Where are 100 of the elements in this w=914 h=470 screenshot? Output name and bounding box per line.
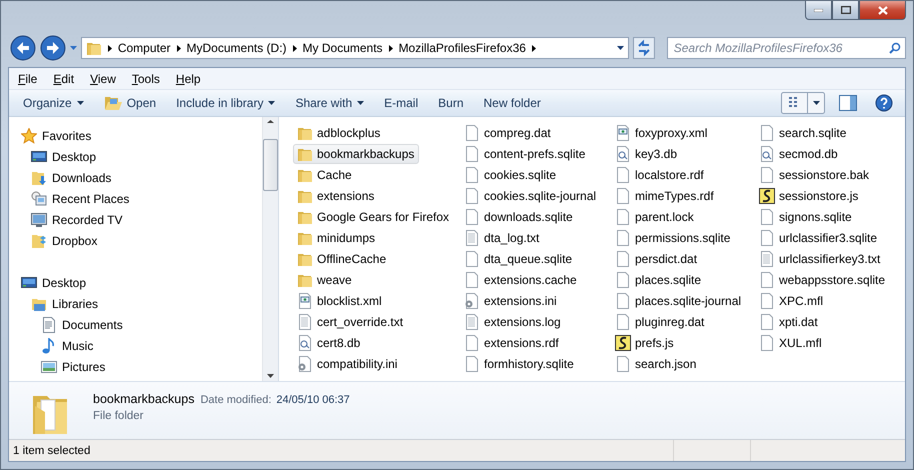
document-entry[interactable]: cookies.sqlite-journal (460, 186, 602, 206)
document-entry[interactable]: sessionstore.bak (755, 165, 874, 185)
document-entry[interactable]: mimeTypes.rdf (611, 186, 719, 206)
document-entry[interactable]: cert_override.txt (293, 312, 408, 332)
view-options-button[interactable] (781, 92, 825, 114)
menu-item[interactable]: View (83, 72, 123, 86)
folder-entry[interactable]: Cache (293, 165, 357, 185)
document-entry[interactable]: localstore.rdf (611, 165, 709, 185)
toolbar-button[interactable]: New folder (478, 92, 555, 114)
toolbar-button[interactable]: Organize (17, 92, 98, 114)
menu-item[interactable]: Tools (124, 72, 167, 86)
document-entry[interactable]: formhistory.sqlite (460, 354, 579, 374)
toolbar-button[interactable]: E-mail (378, 92, 432, 114)
sidebar-item[interactable]: Downloads (52, 170, 112, 184)
folder-entry[interactable]: Google Gears for Firefox (293, 207, 454, 227)
document-entry[interactable]: XPC.mfl (755, 291, 828, 311)
back-button[interactable] (10, 35, 36, 61)
document-entry[interactable]: search.json (611, 354, 702, 374)
toolbar-button[interactable]: Burn (432, 92, 478, 114)
preview-pane-button[interactable] (839, 95, 857, 111)
document-entry[interactable]: blocklist.xml (293, 291, 387, 311)
document-entry[interactable]: extensions.cache (460, 270, 582, 290)
document-entry[interactable]: persdict.dat (611, 249, 702, 269)
document-entry[interactable]: key3.db (611, 144, 682, 164)
document-entry[interactable]: content-prefs.sqlite (460, 144, 590, 164)
document-entry[interactable]: urlclassifierkey3.txt (755, 249, 886, 269)
file-icon (464, 125, 480, 141)
document-entry[interactable]: parent.lock (611, 207, 699, 227)
document-entry[interactable]: sessionstore.js (755, 186, 864, 206)
menu-item[interactable]: Help (168, 72, 208, 86)
file-icon (464, 335, 480, 351)
document-entry[interactable]: xpti.dat (755, 312, 823, 332)
document-entry[interactable]: extensions.log (460, 312, 566, 332)
menu-item[interactable]: Edit (46, 72, 82, 86)
sidebar-item[interactable]: Documents (62, 318, 123, 332)
document-entry[interactable]: cert8.db (293, 333, 366, 353)
toolbar-button[interactable]: Include in library (170, 92, 290, 114)
document-entry[interactable]: permissions.sqlite (611, 228, 736, 248)
sidebar-item[interactable]: Pictures (62, 360, 106, 374)
document-entry[interactable]: secmod.db (755, 144, 843, 164)
file-icon (759, 272, 775, 288)
folder-entry[interactable]: weave (293, 270, 357, 290)
document-entry[interactable]: dta_queue.sqlite (460, 249, 578, 269)
sidebar-item[interactable]: Desktop (42, 276, 86, 290)
sidebar-item[interactable]: Favorites (42, 128, 92, 142)
desktop-icon (31, 148, 47, 164)
document-entry[interactable]: dta_log.txt (460, 228, 544, 248)
forward-button[interactable] (40, 35, 66, 61)
file-icon (759, 209, 775, 225)
minimize-button[interactable] (805, 1, 832, 20)
sidebar-item[interactable]: Music (62, 338, 94, 352)
document-entry[interactable]: pluginreg.dat (611, 312, 710, 332)
document-entry[interactable]: foxyproxy.xml (611, 123, 712, 143)
breadcrumb[interactable]: My Documents (302, 41, 383, 55)
toolbar-button[interactable]: Open (98, 92, 170, 114)
help-button[interactable] (875, 94, 893, 112)
recent-places-icon (31, 190, 47, 206)
file-icon (615, 272, 631, 288)
document-entry[interactable]: XUL.mfl (755, 333, 827, 353)
date-label: Date modified: (200, 394, 272, 406)
document-entry[interactable]: compreg.dat (460, 123, 556, 143)
folder-entry[interactable]: minidumps (293, 228, 380, 248)
sidebar-item[interactable]: Libraries (52, 296, 98, 310)
document-entry[interactable]: search.sqlite (755, 123, 852, 143)
document-entry[interactable]: places.sqlite (611, 270, 706, 290)
music-note-icon (41, 338, 57, 354)
address-bar[interactable]: Computer MyDocuments (D:) My Documents MozillaProfilesFirefox36 (80, 37, 629, 59)
search-field[interactable]: Search MozillaProfilesFirefox36 (672, 40, 890, 56)
scrollbar-thumb[interactable] (263, 139, 278, 191)
sidebar-item[interactable]: Recent Places (52, 192, 130, 206)
status-text: 1 item selected (12, 444, 92, 456)
refresh-button[interactable] (632, 37, 655, 59)
minimize-icon (814, 8, 823, 12)
breadcrumb[interactable]: MyDocuments (D:) (186, 41, 287, 55)
search-box[interactable]: Search MozillaProfilesFirefox36 (666, 37, 906, 59)
document-entry[interactable]: compatibility.ini (293, 354, 402, 374)
document-entry[interactable]: webappsstore.sqlite (755, 270, 890, 290)
document-entry[interactable]: downloads.sqlite (460, 207, 578, 227)
file-icon (615, 293, 631, 309)
folder-entry[interactable]: OfflineCache (293, 249, 392, 269)
scrollbar[interactable] (262, 117, 278, 381)
document-entry[interactable]: places.sqlite-journal (611, 291, 746, 311)
menu-item[interactable]: File (11, 72, 44, 86)
document-entry[interactable]: prefs.js (611, 333, 679, 353)
breadcrumb[interactable]: Computer (118, 41, 171, 55)
document-entry[interactable]: signons.sqlite (755, 207, 857, 227)
document-entry[interactable]: extensions.rdf (460, 333, 564, 353)
toolbar-button[interactable]: Share with (289, 92, 378, 114)
document-entry[interactable]: cookies.sqlite (460, 165, 562, 185)
sidebar-item[interactable]: Desktop (52, 150, 96, 164)
document-entry[interactable]: extensions.ini (460, 291, 562, 311)
sidebar-item[interactable]: Recorded TV (52, 212, 122, 226)
sidebar-item[interactable]: Dropbox (52, 234, 98, 248)
folder-entry[interactable]: bookmarkbackups (293, 144, 420, 164)
document-entry[interactable]: urlclassifier3.sqlite (755, 228, 882, 248)
maximize-button[interactable] (832, 1, 859, 20)
folder-entry[interactable]: adblockplus (293, 123, 386, 143)
breadcrumb[interactable]: MozillaProfilesFirefox36 (398, 41, 526, 55)
folder-entry[interactable]: extensions (293, 186, 380, 206)
close-button[interactable] (859, 1, 906, 20)
